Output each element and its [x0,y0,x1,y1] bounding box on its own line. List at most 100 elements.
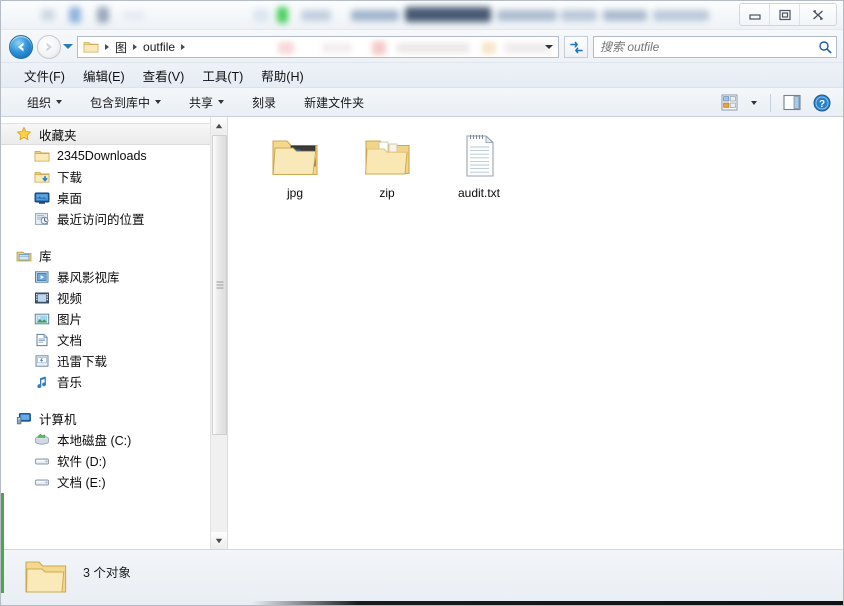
scroll-down-button[interactable] [211,532,227,549]
sidebar-item-2345downloads[interactable]: 2345Downloads [1,145,227,166]
menu-item-help[interactable]: 帮助(H) [252,63,312,88]
address-bar-row: 图 outfile [1,30,843,63]
file-item-audit-txt-label: audit.txt [457,186,501,200]
sidebar-item-videos[interactable]: 视频 [1,287,227,308]
sidebar-group-favorites[interactable]: 收藏夹 [1,123,227,145]
breadcrumb-separator[interactable] [100,37,114,57]
change-view-button[interactable] [716,92,742,114]
minimize-button[interactable] [740,4,770,25]
sidebar-item-pictures[interactable]: 图片 [1,308,227,329]
computer-icon [15,411,33,427]
preview-pane-button[interactable] [779,92,805,114]
sidebar-item-downloads[interactable]: 下载 [1,166,227,187]
navigation-pane: 收藏夹 2345Downloads 下载 桌面 最近访问的位置 库 暴风影视库 … [1,117,228,549]
sidebar-item-baofeng-library-label: 暴风影视库 [57,271,120,285]
view-options-button[interactable] [746,92,762,114]
chevron-up-icon [215,123,223,128]
search-box[interactable] [593,36,837,58]
chevron-down-icon [155,100,162,104]
sidebar-item-desktop-label: 桌面 [57,192,83,206]
sidebar-item-thunder-download[interactable]: 迅雷下载 [1,350,227,371]
share-button[interactable]: 共享 [181,91,232,114]
svg-text:?: ? [819,99,825,110]
toolbar-right-group: ? [716,88,835,117]
sidebar-item-desktop[interactable]: 桌面 [1,187,227,208]
breadcrumb-separator[interactable] [176,37,190,57]
sidebar-item-recent-places[interactable]: 最近访问的位置 [1,208,227,229]
sidebar-item-drive-e-label: 文档 (E:) [57,476,106,490]
navigation-pane-scrollbar[interactable] [210,117,227,549]
file-item-zip[interactable]: zip [345,127,429,209]
sidebar-item-downloads-label: 下载 [57,171,83,185]
sidebar-item-drive-d[interactable]: 软件 (D:) [1,450,227,471]
download-folder-icon [33,169,51,185]
breadcrumb[interactable]: 图 outfile [77,36,559,58]
scrollbar-grip-icon [216,281,223,289]
preview-pane-icon [783,94,801,111]
music-note-icon [33,374,51,390]
sidebar-item-local-disk-c[interactable]: 本地磁盘 (C:) [1,429,227,450]
document-icon [33,332,51,348]
include-in-library-button[interactable]: 包含到库中 [82,91,169,114]
close-button[interactable] [800,4,836,25]
thunder-download-icon [33,353,51,369]
forward-button[interactable] [37,35,61,59]
main-content-area: 收藏夹 2345Downloads 下载 桌面 最近访问的位置 库 暴风影视库 … [1,117,843,549]
file-item-jpg-label: jpg [286,186,303,200]
system-drive-icon [33,432,51,448]
chevron-down-icon [218,100,225,104]
scrollbar-thumb[interactable] [212,135,227,435]
menu-item-tools[interactable]: 工具(T) [193,63,252,88]
menu-item-view[interactable]: 查看(V) [134,63,194,88]
new-folder-button[interactable]: 新建文件夹 [296,91,372,114]
close-icon [813,9,823,20]
sidebar-item-drive-d-label: 软件 (D:) [57,455,107,469]
help-icon: ? [813,94,831,111]
organize-label: 组织 [27,95,52,110]
breadcrumb-item-0[interactable]: 图 [114,37,128,57]
sidebar-item-videos-label: 视频 [57,292,83,306]
sidebar-group-computer-label: 计算机 [39,413,77,427]
picture-icon [33,311,51,327]
burn-button[interactable]: 刻录 [244,91,284,114]
toolbar-divider [770,93,771,112]
search-input[interactable] [594,40,814,54]
status-bar-text: 3 个对象 [83,566,131,580]
file-list-pane[interactable]: jpg zip audit.txt [229,117,843,549]
file-item-audit-txt[interactable]: audit.txt [437,127,521,209]
star-icon [15,126,33,142]
back-button[interactable] [9,35,33,59]
breadcrumb-item-1[interactable]: outfile [142,37,176,57]
breadcrumb-dropdown-icon[interactable] [545,45,553,49]
organize-button[interactable]: 组织 [19,91,70,114]
scroll-up-button[interactable] [211,117,227,134]
burn-label: 刻录 [252,95,277,110]
file-item-jpg[interactable]: jpg [253,127,337,209]
breadcrumb-separator[interactable] [128,37,142,57]
folder-icon [83,42,99,53]
change-view-icon [721,94,737,111]
sidebar-group-libraries[interactable]: 库 [1,245,227,266]
menu-item-edit[interactable]: 编辑(E) [74,63,134,88]
sidebar-item-music[interactable]: 音乐 [1,371,227,392]
sidebar-item-documents[interactable]: 文档 [1,329,227,350]
status-bar: 3 个对象 [1,549,843,605]
sidebar-group-computer[interactable]: 计算机 [1,408,227,429]
text-document-icon [453,131,505,179]
sidebar-item-music-label: 音乐 [57,376,83,390]
sidebar-item-baofeng-library[interactable]: 暴风影视库 [1,266,227,287]
sidebar-item-drive-e[interactable]: 文档 (E:) [1,471,227,492]
breadcrumb-root-icon[interactable] [82,37,100,57]
obscured-title-content [1,1,721,29]
refresh-button[interactable] [564,36,588,58]
chevron-down-icon [56,100,63,104]
refresh-icon [569,41,583,53]
restore-button[interactable] [770,4,800,25]
menu-bar: 文件(F) 编辑(E) 查看(V) 工具(T) 帮助(H) [1,63,843,88]
recent-pages-button[interactable] [63,44,73,49]
menu-item-file[interactable]: 文件(F) [15,63,74,88]
library-icon [15,248,33,264]
drive-icon [33,453,51,469]
help-button[interactable]: ? [809,92,835,114]
